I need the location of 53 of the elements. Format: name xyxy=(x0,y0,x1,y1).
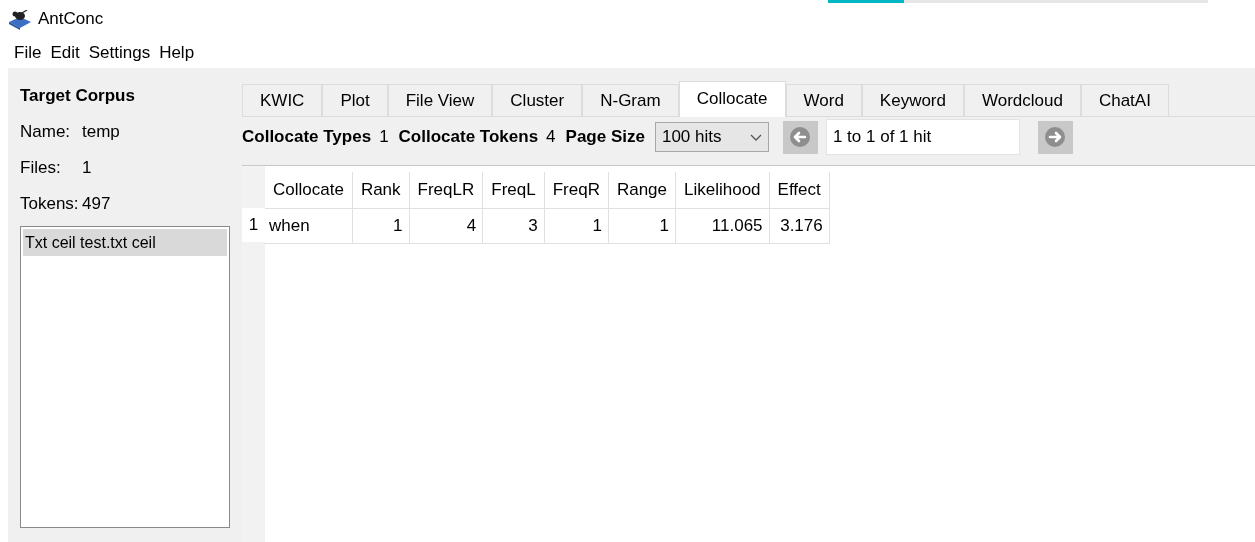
table-cell: 4 xyxy=(409,208,483,244)
previous-page-button[interactable] xyxy=(782,120,818,154)
tab[interactable]: ChatAI xyxy=(1080,84,1169,116)
menu-item[interactable]: Edit xyxy=(50,43,80,63)
menu-item[interactable]: File xyxy=(14,43,42,63)
column-header[interactable]: FreqLR xyxy=(409,172,483,209)
tab[interactable]: Word xyxy=(785,84,862,116)
chevron-down-icon xyxy=(749,133,762,141)
stat-label: Collocate Tokens xyxy=(398,127,539,147)
column-header[interactable]: FreqR xyxy=(544,172,609,209)
column-header[interactable]: FreqL xyxy=(482,172,545,209)
corpus-file-entry[interactable]: Txt ceil test.txt ceil xyxy=(23,229,227,256)
window-title: AntConc xyxy=(38,9,104,29)
tab[interactable]: N-Gram xyxy=(582,84,679,116)
field-value: 497 xyxy=(82,194,111,214)
table-cell: 11.065 xyxy=(675,208,770,244)
table-cell: when xyxy=(265,208,353,244)
dropdown-value: 100 hits xyxy=(661,127,722,147)
panel-heading: Target Corpus xyxy=(20,86,136,107)
hits-field[interactable]: 1 to 1 of 1 hit xyxy=(825,119,1020,155)
tab[interactable]: File View xyxy=(387,84,493,116)
tab[interactable]: Plot xyxy=(322,84,388,116)
table-cell: 1 xyxy=(544,208,609,244)
app-icon xyxy=(8,10,32,30)
column-header[interactable]: Effect xyxy=(769,172,830,209)
table-cell: 3 xyxy=(482,208,545,244)
field-label: Tokens: xyxy=(20,194,80,214)
tab[interactable]: Keyword xyxy=(861,84,964,116)
menu-item[interactable]: Help xyxy=(159,43,195,63)
stat-label: Collocate Types xyxy=(242,127,372,147)
file-list[interactable]: Txt ceil test.txt ceil xyxy=(20,226,230,528)
table-cell: 1 xyxy=(352,208,410,244)
stat-value: 1 xyxy=(379,127,389,147)
menu-item[interactable]: Settings xyxy=(88,43,151,63)
table-cell: 3.176 xyxy=(769,208,830,244)
field-value: temp xyxy=(82,122,120,142)
column-header[interactable]: Range xyxy=(608,172,676,209)
row-number: 1 xyxy=(242,208,265,242)
tab[interactable]: Wordcloud xyxy=(964,84,1081,116)
field-label: Page Size xyxy=(565,127,645,147)
tab[interactable]: Collocate xyxy=(678,81,786,117)
field-value: 1 xyxy=(82,158,92,178)
tab[interactable]: Cluster xyxy=(492,84,583,116)
field-label: Files: xyxy=(20,158,62,178)
page-size-dropdown[interactable]: 100 hits xyxy=(654,122,769,152)
table-cell: 1 xyxy=(608,208,676,244)
tab[interactable]: KWIC xyxy=(242,84,323,116)
column-header[interactable]: Rank xyxy=(352,172,410,209)
column-header[interactable]: Collocate xyxy=(265,172,353,209)
stat-value: 4 xyxy=(546,127,556,147)
field-label: Name: xyxy=(20,122,72,142)
column-header[interactable]: Likelihood xyxy=(675,172,770,209)
next-page-button[interactable] xyxy=(1037,120,1073,154)
